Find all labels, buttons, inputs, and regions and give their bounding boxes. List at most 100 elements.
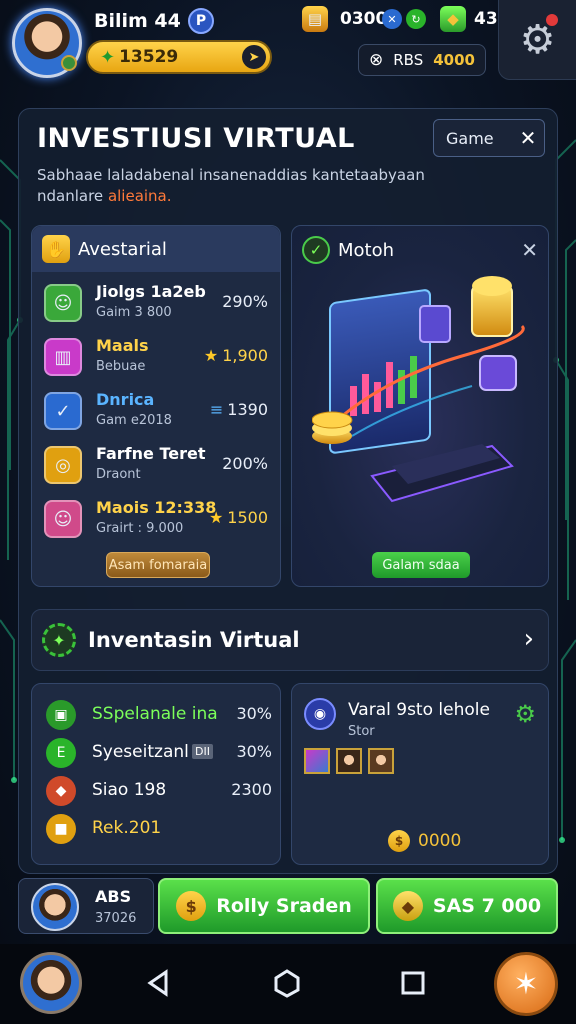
user-avatar[interactable]: [20, 952, 82, 1014]
investment-list-header: ✋ Avestarial: [32, 226, 280, 272]
gem-icon: ◆: [392, 891, 423, 921]
back-icon[interactable]: [142, 966, 176, 1000]
investment-row[interactable]: ◎ Farfne Teret Draont 200%: [44, 444, 268, 488]
rbs-balance[interactable]: ⊗ RBS 4000: [358, 44, 486, 76]
face-icon: ☺: [44, 284, 82, 322]
recents-icon[interactable]: [396, 966, 430, 1000]
home-icon[interactable]: [270, 966, 304, 1000]
player-avatar[interactable]: [12, 8, 82, 78]
premium-badge-icon[interactable]: P: [188, 8, 214, 34]
inventasin-title: Inventasin Virtual: [88, 628, 300, 652]
close-icon[interactable]: ✕: [521, 238, 538, 262]
investment-name: Maois 12:338: [96, 498, 217, 517]
notification-dot: [546, 14, 558, 26]
coin-stack-icon: ≡: [209, 400, 224, 419]
sas-button[interactable]: ◆ SAS 7 000: [376, 878, 558, 934]
stat-row[interactable]: E Syeseitzanl DII 30%: [46, 736, 272, 770]
motoh-header: ✓ Motoh: [302, 236, 394, 264]
player-name: Bilim 44: [94, 10, 181, 32]
investment-panel: INVESTIUSI VIRTUAL Game ✕ Sabhaae lalada…: [18, 108, 558, 874]
participant-avatar[interactable]: [368, 748, 394, 774]
motoh-action-button[interactable]: Galam sdaa: [372, 552, 470, 578]
treasure-icon[interactable]: ▤: [302, 6, 328, 32]
chevron-right-icon[interactable]: ›: [524, 624, 534, 654]
investment-sub: Bebuae: [96, 359, 146, 374]
profile-avatar: [31, 883, 79, 931]
close-icon[interactable]: ✕: [520, 126, 537, 150]
rolly-sraden-label: Rolly Sraden: [216, 895, 352, 917]
investment-name: Farfne Teret: [96, 444, 206, 463]
stat-value: 30%: [236, 742, 272, 761]
investment-value-text: 290%: [222, 292, 268, 311]
check-icon: ✓: [44, 392, 82, 430]
investment-value: ★ 1500: [209, 508, 268, 527]
investment-name: Jiolgs 1a2eb: [96, 282, 206, 301]
participant-avatar[interactable]: [304, 748, 330, 774]
crystal-value: 43: [474, 9, 498, 29]
stat-row[interactable]: ◆ Siao 198 2300: [46, 774, 272, 808]
coin-balance-value: 13529: [119, 47, 179, 67]
investment-row[interactable]: ☺ Maois 12:338 Grairt : 9.000 ★ 1500: [44, 498, 268, 542]
settings-gear-icon[interactable]: ⚙: [514, 700, 536, 728]
inventasin-virtual-row[interactable]: ✦ Inventasin Virtual ›: [31, 609, 549, 671]
stat-row[interactable]: ■ Rek.201: [46, 812, 272, 846]
investment-action-button[interactable]: Asam fomaraia: [106, 552, 210, 578]
stat-badge: DII: [192, 744, 213, 759]
stat-icon: ■: [46, 814, 76, 844]
rbs-value: 4000: [433, 51, 475, 69]
star-icon: ✶: [513, 966, 539, 1002]
stats-card: ▣ SSpelanale ina 30% E Syeseitzanl DII 30% ◆ Sia…: [31, 683, 281, 865]
energy-icon[interactable]: ↻: [406, 9, 426, 29]
investment-value-text: 1390: [227, 400, 268, 419]
description-text: Sabhaae laladabenal insanenaddias kantet…: [37, 166, 425, 205]
stat-icon: ▣: [46, 700, 76, 730]
coin-balance-bar[interactable]: ✦ 13529 ➤: [86, 40, 272, 74]
investment-value: ★ 1,900: [204, 346, 268, 365]
face-icon: ☺: [44, 500, 82, 538]
system-navigation-bar: ✶: [0, 944, 576, 1024]
profile-sub: 37026: [95, 911, 137, 926]
coins-icon: ◎: [44, 446, 82, 484]
stat-name: SSpelanale ina: [92, 704, 218, 724]
stat-icon: E: [46, 738, 76, 768]
gear-icon: ✦: [42, 623, 76, 657]
panel-title: INVESTIUSI VIRTUAL: [37, 123, 355, 154]
profile-summary[interactable]: ABS 37026: [18, 878, 154, 934]
investment-value-text: 200%: [222, 454, 268, 473]
game-controller-icon: ◉: [304, 698, 336, 730]
link-icon: ⊗: [369, 50, 384, 70]
rbs-label: RBS: [393, 51, 424, 69]
hand-coin-icon: ✋: [42, 235, 70, 263]
investment-name: Maals: [96, 336, 149, 355]
game-button-label: Game: [446, 128, 494, 148]
investment-value: 290%: [222, 292, 268, 311]
coin-icon: $: [388, 830, 410, 852]
stat-row[interactable]: ▣ SSpelanale ina 30%: [46, 698, 272, 732]
varal-coin-balance: $ 0000: [388, 830, 461, 852]
sas-label: SAS 7 000: [432, 895, 542, 917]
investment-row[interactable]: ✓ Dnrica Gam e2018 ≡ 1390: [44, 390, 268, 434]
profile-name: ABS: [95, 887, 132, 906]
varal-coin-value: 0000: [418, 831, 462, 851]
varal-title: Varal 9sto lehole: [348, 700, 490, 720]
investment-row[interactable]: ☺ Jiolgs 1a2eb Gaim 3 800 290%: [44, 282, 268, 326]
investment-sub: Grairt : 9.000: [96, 521, 184, 536]
participant-avatars: [304, 748, 394, 774]
star-icon: ★: [208, 508, 224, 527]
investment-value: ≡ 1390: [210, 400, 268, 419]
investment-value-text: 1,900: [222, 346, 268, 365]
settings-button[interactable]: ⚙: [498, 0, 576, 80]
participant-avatar[interactable]: [336, 748, 362, 774]
investment-list-card: ✋ Avestarial ☺ Jiolgs 1a2eb Gaim 3 800 290%…: [31, 225, 281, 587]
investment-value: 200%: [222, 454, 268, 473]
investment-value-text: 1500: [227, 508, 268, 527]
crystal-icon[interactable]: ◆: [440, 6, 466, 32]
star-action-button[interactable]: ✶: [494, 952, 558, 1016]
boost-icon[interactable]: ✕: [382, 9, 402, 29]
game-close-button[interactable]: Game ✕: [433, 119, 545, 157]
rolly-sraden-button[interactable]: $ Rolly Sraden: [158, 878, 370, 934]
trading-terminal-illustration: [312, 276, 525, 503]
investment-row[interactable]: ▥ Maals Bebuae ★ 1,900: [44, 336, 268, 380]
varal-card: ◉ Varal 9sto lehole Stor ⚙ $ 0000: [291, 683, 549, 865]
add-coins-icon[interactable]: ➤: [242, 45, 266, 69]
